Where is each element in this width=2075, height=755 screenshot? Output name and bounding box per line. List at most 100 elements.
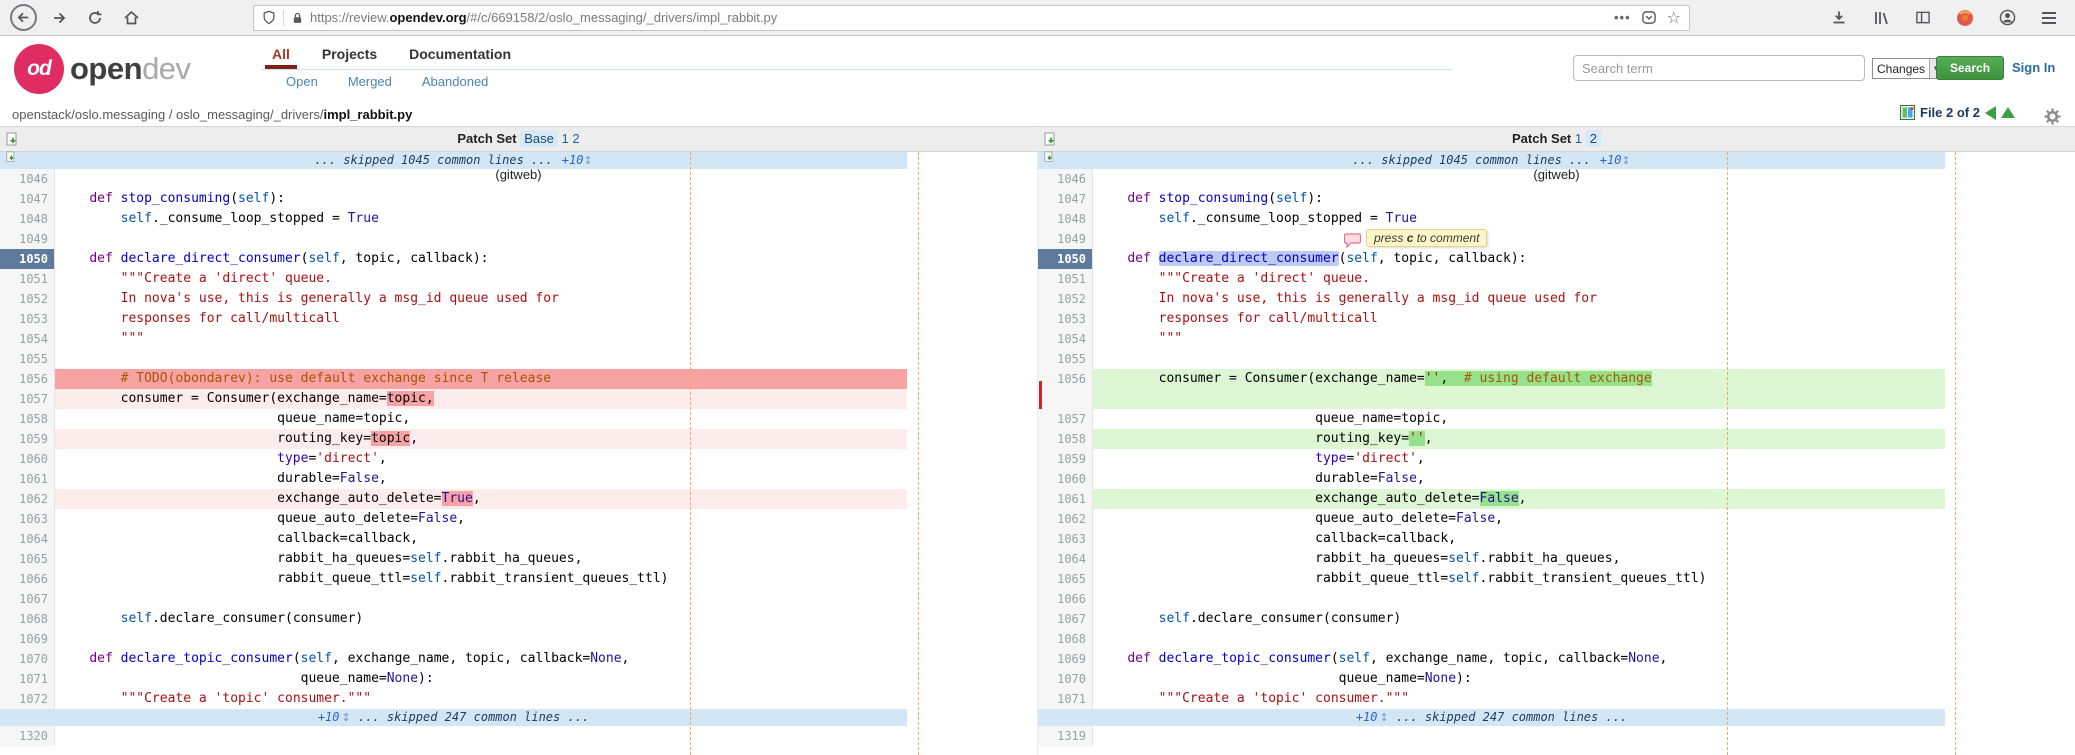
line-number[interactable]: 1057 [0, 389, 55, 409]
subtab-open[interactable]: Open [286, 74, 318, 89]
code-text[interactable]: rabbit_ha_queues=self.rabbit_ha_queues, [1093, 549, 1945, 569]
code-text[interactable]: durable=False, [55, 469, 907, 489]
privacy-badge-icon[interactable] [1951, 4, 1979, 32]
line-number[interactable]: 1052 [1038, 289, 1093, 309]
line-number[interactable]: 1051 [0, 269, 55, 289]
line-number[interactable]: 1063 [1038, 529, 1093, 549]
code-text[interactable]: type='direct', [1093, 449, 1945, 469]
line-number[interactable]: 1068 [0, 609, 55, 629]
code-text[interactable]: routing_key=topic, [55, 429, 907, 449]
sidebar-icon[interactable] [1909, 4, 1937, 32]
code-text[interactable]: queue_name=topic, [1093, 409, 1945, 429]
search-button[interactable]: Search [1936, 56, 2005, 80]
code-text[interactable]: """ [55, 329, 907, 349]
reload-icon[interactable] [81, 4, 109, 32]
skip-band-bottom[interactable]: +10 ↕ ... skipped 247 common lines ... [0, 709, 907, 726]
code-text[interactable] [55, 349, 907, 369]
code-text[interactable]: rabbit_queue_ttl=self.rabbit_transient_q… [55, 569, 907, 589]
line-number[interactable]: 1065 [0, 549, 55, 569]
gitweb-link[interactable]: (gitweb) [1533, 167, 1579, 182]
code-text[interactable] [55, 589, 907, 609]
patchset-2-link[interactable]: 2 [572, 131, 579, 146]
line-number[interactable]: 1047 [0, 189, 55, 209]
line-number[interactable]: 1067 [1038, 609, 1093, 629]
page-actions-icon[interactable]: ••• [1614, 10, 1631, 25]
line-number[interactable]: 1058 [0, 409, 55, 429]
patchset-2-selected[interactable]: 2 [1585, 130, 1601, 147]
skip-band-bottom[interactable]: +10 ↕ ... skipped 247 common lines ... [1038, 709, 1945, 726]
code-text[interactable]: queue_auto_delete=False, [55, 509, 907, 529]
code-text[interactable]: queue_name=topic, [55, 409, 907, 429]
code-text[interactable]: responses for call/multicall [1093, 309, 1945, 329]
pocket-icon[interactable] [1641, 10, 1657, 25]
subtab-merged[interactable]: Merged [348, 74, 392, 89]
code-text[interactable]: callback=callback, [55, 529, 907, 549]
patchset-1-link[interactable]: 1 [1575, 131, 1582, 146]
line-number[interactable]: 1057 [1038, 409, 1093, 429]
code-text[interactable]: def declare_topic_consumer(self, exchang… [1093, 649, 1945, 669]
patchset-base-selected[interactable]: Base [520, 130, 558, 147]
code-text[interactable]: rabbit_ha_queues=self.rabbit_ha_queues, [55, 549, 907, 569]
search-scope-select[interactable]: Changes ▼ [1872, 58, 1945, 79]
expand-lines-link[interactable]: +10 [318, 710, 340, 724]
code-text[interactable]: def declare_direct_consumer(self, topic,… [1093, 249, 1945, 269]
line-number[interactable]: 1061 [0, 469, 55, 489]
code-text[interactable] [1093, 589, 1945, 609]
opendev-logo[interactable]: od opendev [14, 44, 191, 94]
tab-documentation[interactable]: Documentation [409, 46, 511, 62]
line-number[interactable]: 1050 [0, 249, 55, 269]
code-text[interactable]: self._consume_loop_stopped = True [55, 209, 907, 229]
shield-icon[interactable] [262, 10, 276, 25]
code-text[interactable] [55, 229, 907, 249]
line-number[interactable]: 1069 [1038, 649, 1093, 669]
line-number[interactable]: 1059 [0, 429, 55, 449]
code-text[interactable]: def declare_topic_consumer(self, exchang… [55, 649, 907, 669]
url-text[interactable]: https://review.opendev.org/#/c/669158/2/… [310, 10, 1604, 25]
code-text[interactable]: """Create a 'topic' consumer.""" [1093, 689, 1945, 709]
line-number[interactable]: 1055 [1038, 349, 1093, 369]
search-input[interactable] [1573, 55, 1865, 81]
code-text[interactable]: def declare_direct_consumer(self, topic,… [55, 249, 907, 269]
line-number[interactable]: 1066 [1038, 589, 1093, 609]
line-number[interactable]: 1060 [0, 449, 55, 469]
breadcrumb-path[interactable]: openstack/oslo.messaging / oslo_messagin… [12, 107, 323, 122]
code-text[interactable]: self._consume_loop_stopped = True [1093, 209, 1945, 229]
code-text[interactable]: """Create a 'topic' consumer.""" [55, 689, 907, 709]
code-text[interactable]: """Create a 'direct' queue. [55, 269, 907, 289]
line-number[interactable]: 1056 [1038, 369, 1093, 389]
line-number[interactable]: 1067 [0, 589, 55, 609]
code-text[interactable]: self.declare_consumer(consumer) [1093, 609, 1945, 629]
patchset-1-link[interactable]: 1 [562, 131, 569, 146]
code-text[interactable]: exchange_auto_delete=True, [55, 489, 907, 509]
code-text[interactable]: queue_name=None): [55, 669, 907, 689]
code-text[interactable] [1093, 629, 1945, 649]
menu-icon[interactable] [2035, 4, 2063, 32]
line-number[interactable]: 1049 [1038, 229, 1093, 249]
code-text[interactable] [55, 629, 907, 649]
lock-icon[interactable] [291, 11, 304, 25]
line-number[interactable]: 1065 [1038, 569, 1093, 589]
line-number[interactable]: 1071 [0, 669, 55, 689]
up-to-change-icon[interactable] [2000, 107, 2015, 118]
line-number[interactable]: 1320 [0, 726, 55, 746]
line-number[interactable]: 1058 [1038, 429, 1093, 449]
line-number[interactable]: 1048 [1038, 209, 1093, 229]
code-text[interactable] [55, 726, 907, 746]
line-number[interactable]: 1052 [0, 289, 55, 309]
line-number[interactable]: 1051 [1038, 269, 1093, 289]
code-text[interactable]: type='direct', [55, 449, 907, 469]
line-number[interactable]: 1053 [0, 309, 55, 329]
code-text[interactable]: """ [1093, 329, 1945, 349]
line-number[interactable]: 1071 [1038, 689, 1093, 709]
line-number[interactable]: 1047 [1038, 189, 1093, 209]
sign-in-link[interactable]: Sign In [2012, 60, 2055, 75]
tab-all[interactable]: All [265, 46, 297, 69]
code-text[interactable]: callback=callback, [1093, 529, 1945, 549]
library-icon[interactable] [1867, 4, 1895, 32]
line-number[interactable]: 1064 [0, 529, 55, 549]
code-text[interactable]: durable=False, [1093, 469, 1945, 489]
code-text[interactable]: # TODO(obondarev): use default exchange … [55, 369, 907, 389]
line-number[interactable]: 1060 [1038, 469, 1093, 489]
previous-file-icon[interactable] [1984, 105, 1996, 120]
tab-projects[interactable]: Projects [322, 46, 377, 62]
